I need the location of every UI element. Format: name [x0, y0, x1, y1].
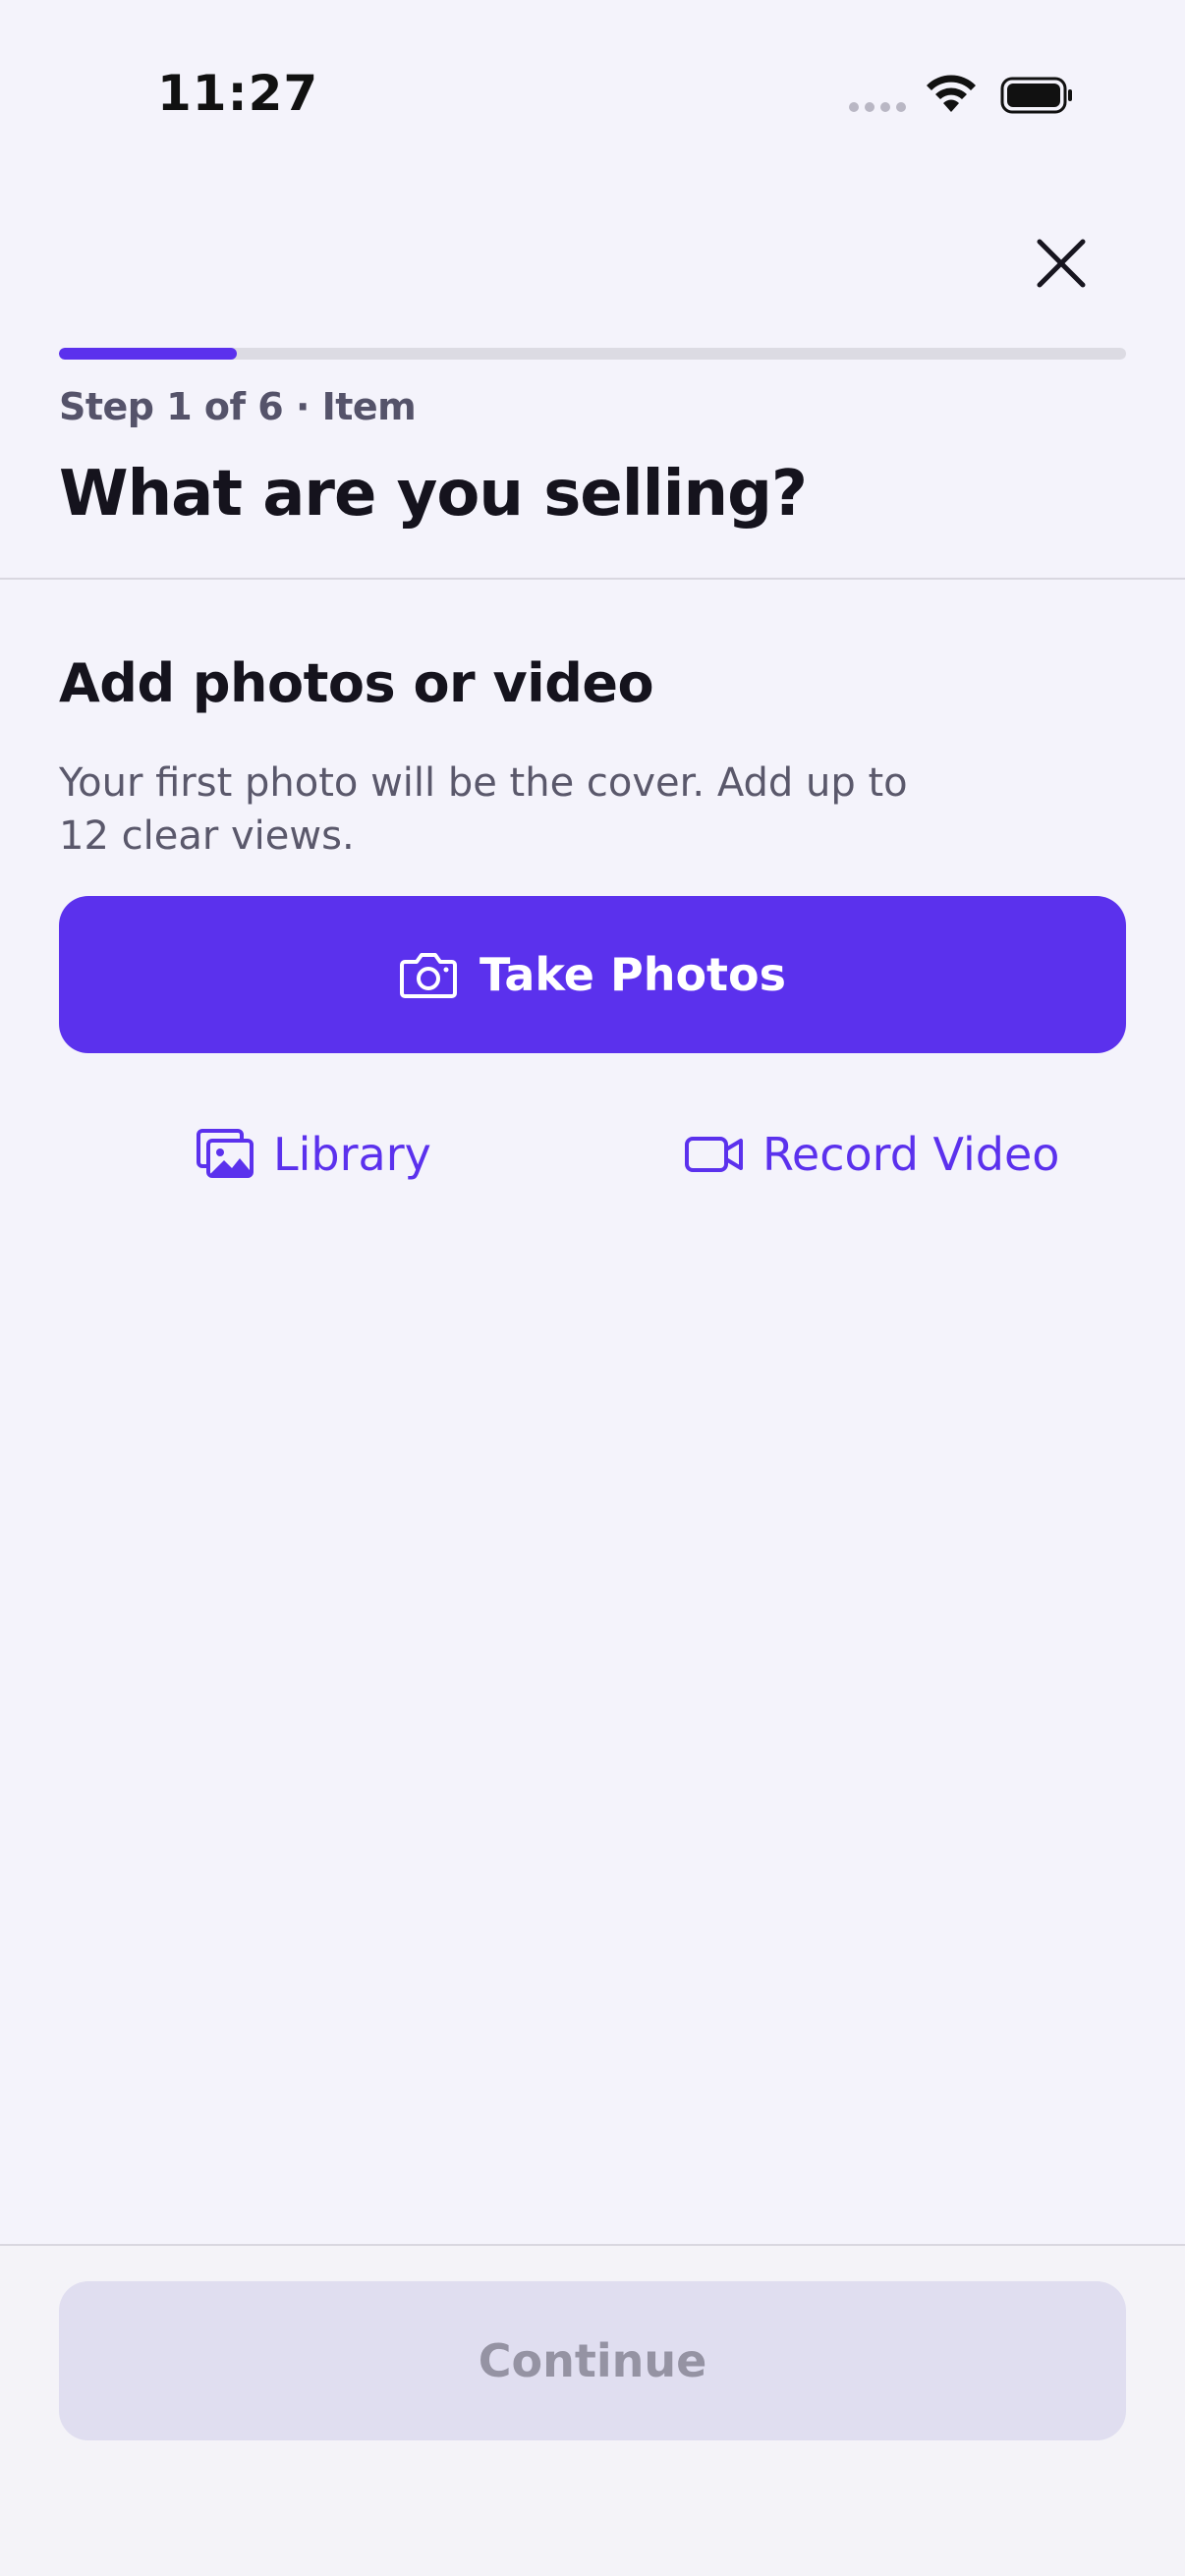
- sell-item-screen: 11:27 Step 1 of 6 · Item What are you se…: [0, 0, 1185, 2576]
- footer-divider: [0, 2244, 1185, 2246]
- media-section-title: Add photos or video: [59, 652, 654, 714]
- library-button[interactable]: Library: [197, 1120, 431, 1189]
- photo-library-icon: [197, 1129, 254, 1178]
- media-section-description: Your first photo will be the cover. Add …: [59, 760, 908, 859]
- wifi-icon: [927, 75, 976, 112]
- record-video-button[interactable]: Record Video: [684, 1120, 1059, 1189]
- close-button[interactable]: [1022, 224, 1100, 303]
- step-progress-fill: [59, 348, 238, 360]
- cellular-signal-icon: [849, 102, 906, 112]
- close-icon: [1037, 239, 1086, 288]
- step-label: Step 1 of 6 · Item: [59, 385, 417, 428]
- header-divider: [0, 578, 1185, 580]
- record-video-label: Record Video: [762, 1128, 1060, 1181]
- continue-button[interactable]: Continue: [59, 2281, 1126, 2440]
- step-progress-bar: [59, 348, 1126, 360]
- status-time: 11:27: [157, 65, 319, 122]
- library-label: Library: [273, 1128, 431, 1181]
- take-photos-button[interactable]: Take Photos: [59, 896, 1126, 1053]
- page-title: What are you selling?: [59, 458, 808, 531]
- take-photos-label: Take Photos: [479, 948, 787, 1001]
- camera-icon: [399, 953, 457, 998]
- video-camera-icon: [685, 1137, 743, 1172]
- battery-icon: [1000, 77, 1072, 114]
